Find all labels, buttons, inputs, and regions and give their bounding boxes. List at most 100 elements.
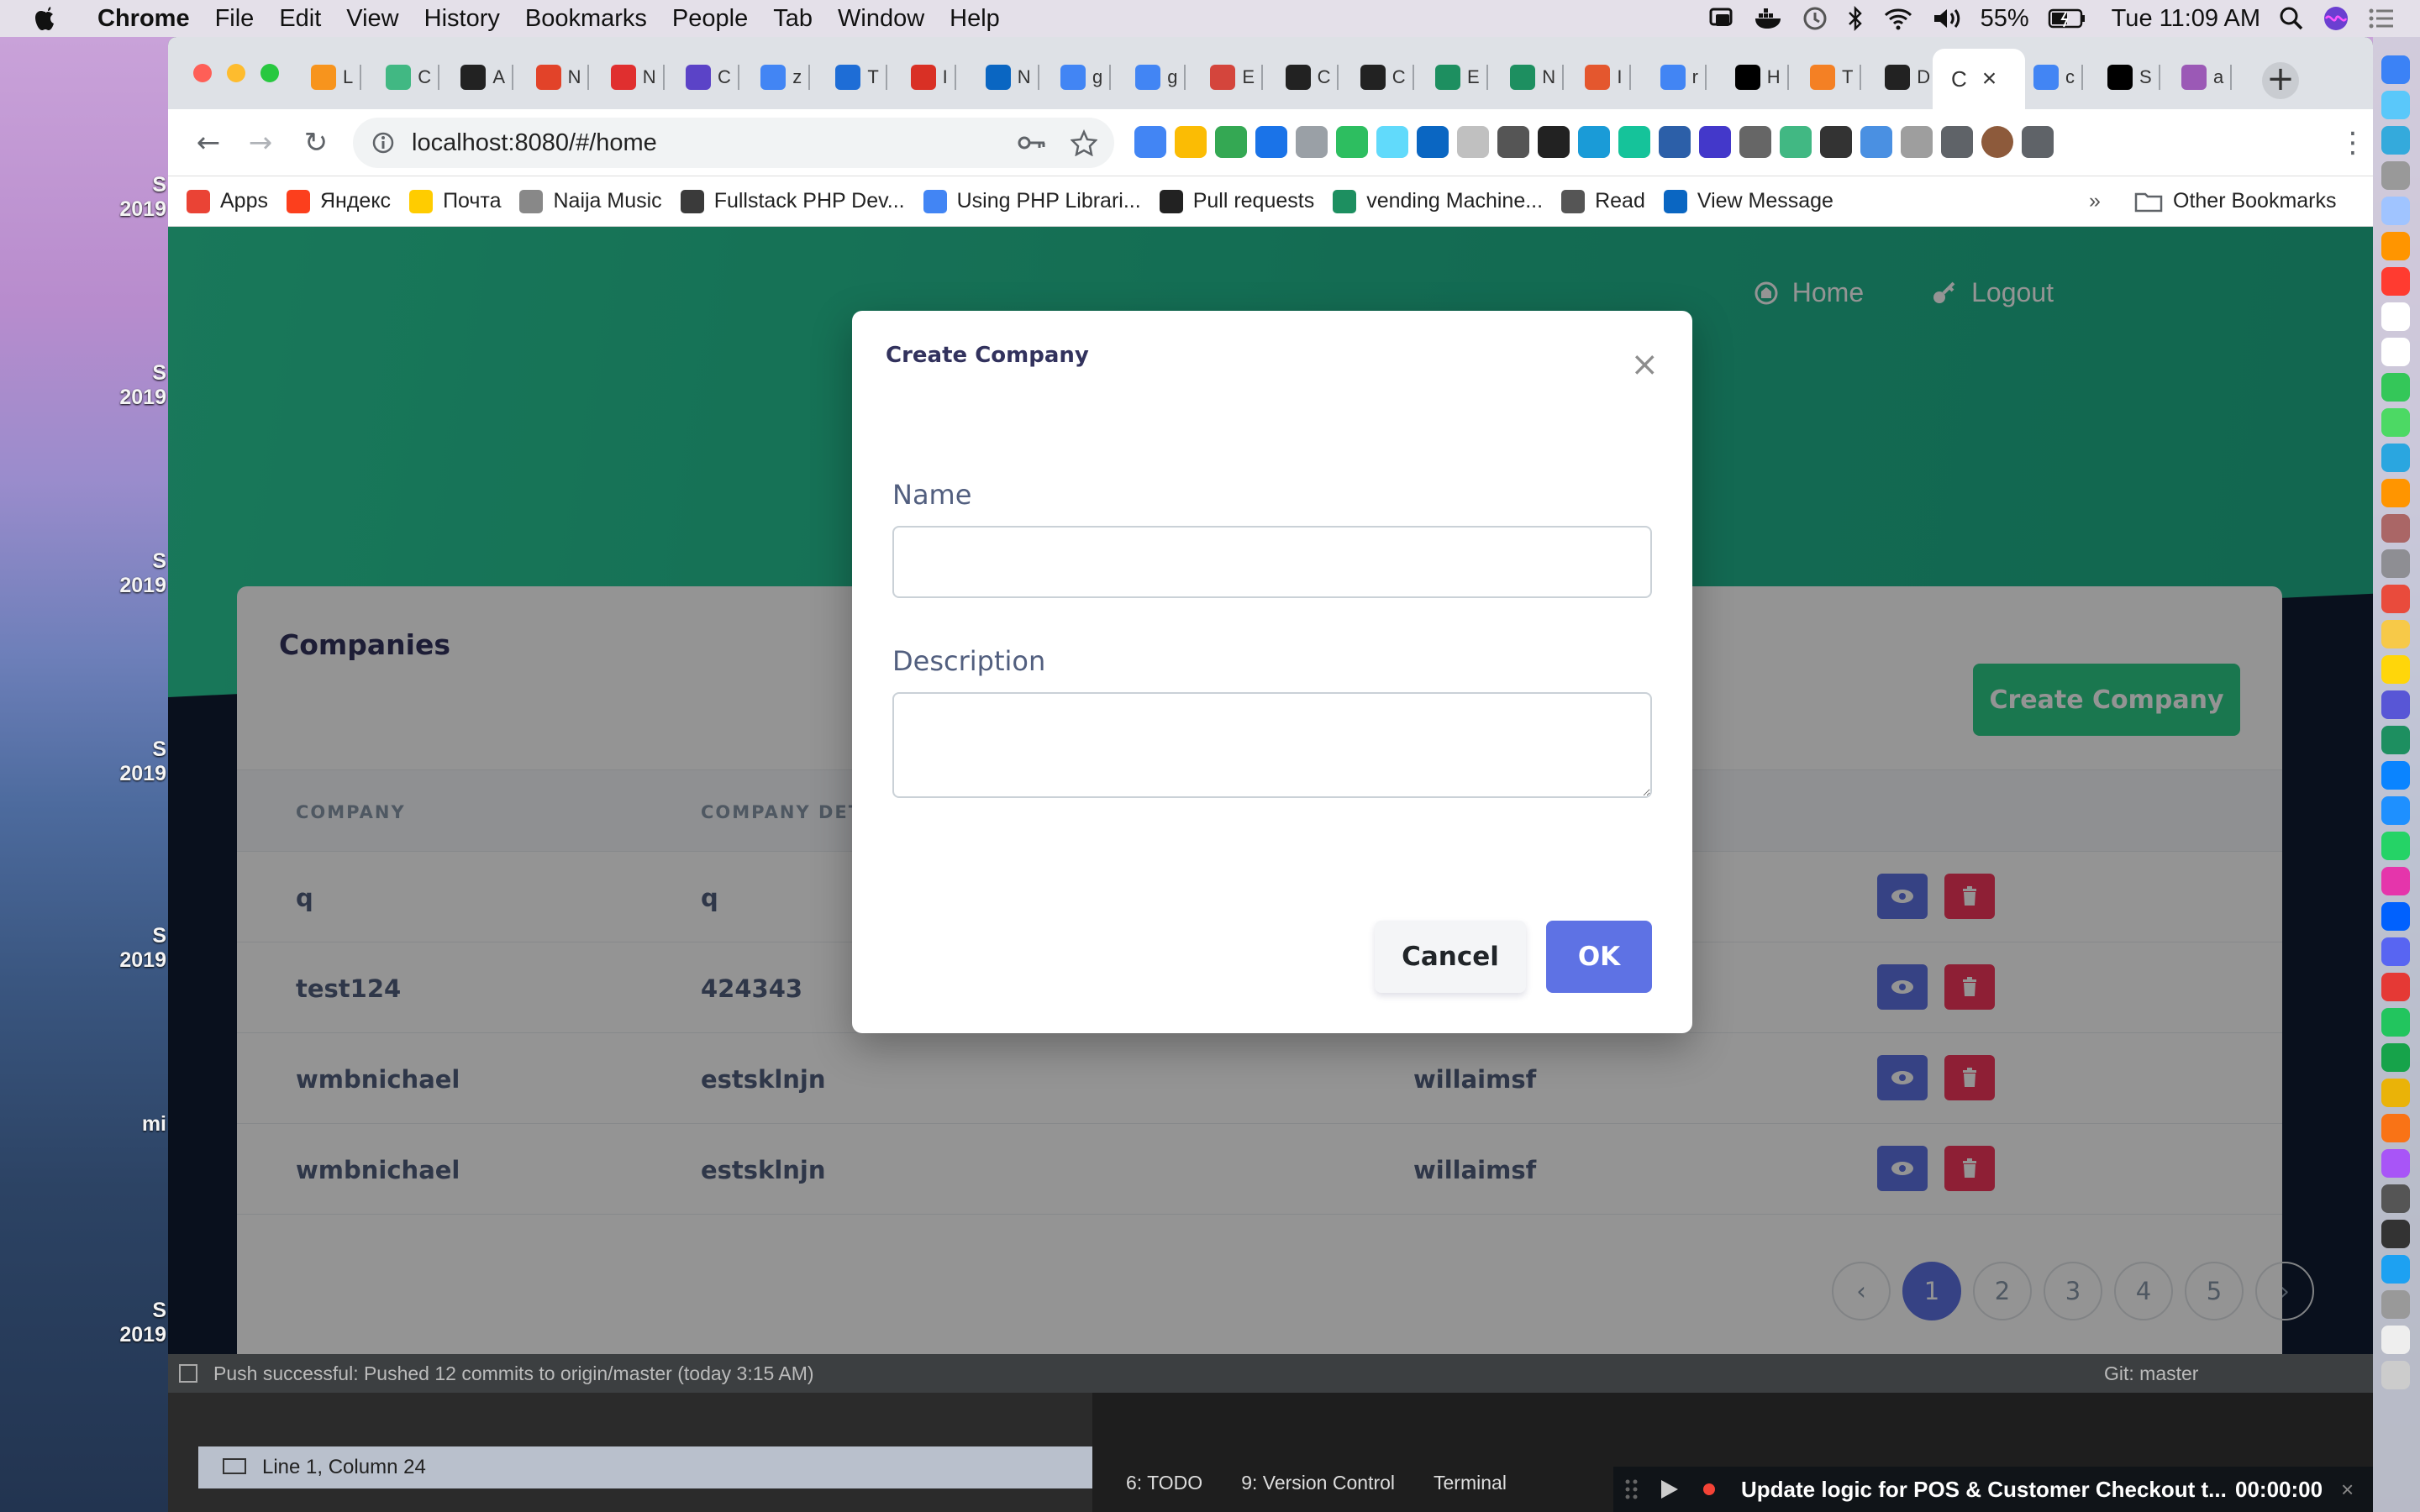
reload-button[interactable]: ↻ bbox=[299, 126, 333, 160]
dock-app-icon[interactable] bbox=[2381, 232, 2410, 260]
extension-icon[interactable] bbox=[1981, 126, 2013, 158]
dock-app-icon[interactable] bbox=[2381, 832, 2410, 860]
tab[interactable]: I bbox=[902, 52, 956, 102]
extension-icon[interactable] bbox=[1860, 126, 1892, 158]
bookmark-item[interactable]: Почта bbox=[409, 189, 501, 213]
description-field[interactable] bbox=[892, 692, 1652, 798]
dock-app-icon[interactable] bbox=[2381, 267, 2410, 296]
dock-app-icon[interactable] bbox=[2381, 91, 2410, 119]
dock-app-icon[interactable] bbox=[2381, 726, 2410, 754]
terminal-tab[interactable]: Terminal bbox=[1434, 1472, 1507, 1494]
site-info-icon[interactable] bbox=[371, 131, 395, 155]
menu-help[interactable]: Help bbox=[950, 5, 1000, 33]
other-bookmarks[interactable]: Other Bookmarks bbox=[2134, 189, 2337, 213]
desktop-file-label[interactable]: mi bbox=[118, 1112, 166, 1137]
back-button[interactable]: ← bbox=[192, 126, 225, 160]
wifi-icon[interactable] bbox=[1883, 7, 1913, 30]
menu-people[interactable]: People bbox=[672, 5, 748, 33]
menu-file[interactable]: File bbox=[215, 5, 255, 33]
tab[interactable]: C bbox=[377, 52, 440, 102]
close-tab-icon[interactable]: × bbox=[1982, 65, 1997, 93]
bookmark-item[interactable]: Naija Music bbox=[519, 189, 662, 213]
time-machine-icon[interactable] bbox=[1802, 6, 1828, 31]
dock-app-icon[interactable] bbox=[2381, 585, 2410, 613]
menu-history[interactable]: History bbox=[424, 5, 500, 33]
close-icon[interactable]: × bbox=[1630, 348, 1659, 381]
dock-app-icon[interactable] bbox=[2381, 1255, 2410, 1284]
dock-app-icon[interactable] bbox=[2381, 126, 2410, 155]
siri-icon[interactable] bbox=[2323, 5, 2349, 32]
zoom-window-button[interactable] bbox=[260, 64, 279, 82]
address-bar[interactable]: localhost:8080/#/home bbox=[353, 118, 1114, 168]
dock-app-icon[interactable] bbox=[2381, 1326, 2410, 1354]
dock-app-icon[interactable] bbox=[2381, 444, 2410, 472]
extension-icon[interactable] bbox=[1820, 126, 1852, 158]
bookmark-item[interactable]: Fullstack PHP Dev... bbox=[680, 189, 905, 213]
cancel-button[interactable]: Cancel bbox=[1375, 921, 1526, 993]
dock-app-icon[interactable] bbox=[2381, 161, 2410, 190]
extension-icon[interactable] bbox=[1901, 126, 1933, 158]
tab[interactable]: A bbox=[452, 52, 514, 102]
name-field[interactable] bbox=[892, 526, 1652, 598]
tab[interactable]: C bbox=[1352, 52, 1414, 102]
extension-icon[interactable] bbox=[2022, 126, 2054, 158]
extension-icon[interactable] bbox=[1699, 126, 1731, 158]
desktop-file-label[interactable]: S 2019 bbox=[118, 1299, 166, 1347]
drag-handle-icon[interactable] bbox=[1623, 1477, 1640, 1502]
ok-button[interactable]: OK bbox=[1546, 921, 1652, 993]
extension-icon[interactable] bbox=[1457, 126, 1489, 158]
menu-bookmarks[interactable]: Bookmarks bbox=[525, 5, 647, 33]
close-icon[interactable]: × bbox=[2341, 1477, 2354, 1503]
bookmark-item[interactable]: Яндекс bbox=[286, 189, 391, 213]
menubar-clock[interactable]: Tue 11:09 AM bbox=[2112, 5, 2260, 33]
dock-app-icon[interactable] bbox=[2381, 973, 2410, 1001]
dock-app-icon[interactable] bbox=[2381, 620, 2410, 648]
extension-icon[interactable] bbox=[1296, 126, 1328, 158]
dock-app-icon[interactable] bbox=[2381, 373, 2410, 402]
battery-charging-icon[interactable] bbox=[2048, 8, 2086, 29]
dock-app-icon[interactable] bbox=[2381, 761, 2410, 790]
dock-app-icon[interactable] bbox=[2381, 902, 2410, 931]
extension-icon[interactable] bbox=[1780, 126, 1812, 158]
git-branch[interactable]: Git: master bbox=[2104, 1362, 2198, 1385]
dock-app-icon[interactable] bbox=[2381, 408, 2410, 437]
tab[interactable]: H bbox=[1727, 52, 1789, 102]
extension-icon[interactable] bbox=[1175, 126, 1207, 158]
menu-edit[interactable]: Edit bbox=[279, 5, 321, 33]
key-icon[interactable] bbox=[1017, 133, 1047, 153]
menu-view[interactable]: View bbox=[346, 5, 398, 33]
todo-tab[interactable]: 6: TODO bbox=[1126, 1472, 1202, 1494]
extension-icon[interactable] bbox=[1215, 126, 1247, 158]
tab[interactable]: T bbox=[827, 52, 887, 102]
extension-icon[interactable] bbox=[1618, 126, 1650, 158]
extension-icon[interactable] bbox=[1659, 126, 1691, 158]
more-menu-icon[interactable]: ⋮ bbox=[2336, 126, 2370, 160]
bookmarks-overflow-chevron[interactable]: » bbox=[2089, 189, 2101, 213]
version-control-tab[interactable]: 9: Version Control bbox=[1241, 1472, 1395, 1494]
tab[interactable]: C bbox=[1277, 52, 1339, 102]
tab[interactable]: C bbox=[677, 52, 739, 102]
cursor-position[interactable]: Line 1, Column 24 bbox=[262, 1456, 426, 1479]
tab[interactable]: c bbox=[2025, 52, 2083, 102]
docker-icon[interactable] bbox=[1754, 7, 1784, 30]
desktop-file-label[interactable]: S 2019 bbox=[118, 549, 166, 598]
desktop-file-label[interactable]: S 2019 bbox=[118, 924, 166, 973]
extension-icon[interactable] bbox=[1941, 126, 1973, 158]
tab[interactable]: N bbox=[602, 52, 665, 102]
tab[interactable]: g bbox=[1052, 52, 1112, 102]
dock-app-icon[interactable] bbox=[2381, 338, 2410, 366]
dock-app-icon[interactable] bbox=[2381, 302, 2410, 331]
extension-icon[interactable] bbox=[1376, 126, 1408, 158]
desktop-file-label[interactable]: S 2019 bbox=[118, 361, 166, 410]
extension-icon[interactable] bbox=[1255, 126, 1287, 158]
tab[interactable]: r bbox=[1652, 52, 1707, 102]
close-window-button[interactable] bbox=[193, 64, 212, 82]
dock-app-icon[interactable] bbox=[2381, 549, 2410, 578]
dock-app-icon[interactable] bbox=[2381, 479, 2410, 507]
bookmark-item[interactable]: Read bbox=[1561, 189, 1645, 213]
dock-app-icon[interactable] bbox=[2381, 796, 2410, 825]
tab[interactable]: E bbox=[1202, 52, 1264, 102]
extension-icon[interactable] bbox=[1417, 126, 1449, 158]
bookmark-item[interactable]: Using PHP Librari... bbox=[923, 189, 1141, 213]
play-icon[interactable] bbox=[1659, 1478, 1679, 1500]
